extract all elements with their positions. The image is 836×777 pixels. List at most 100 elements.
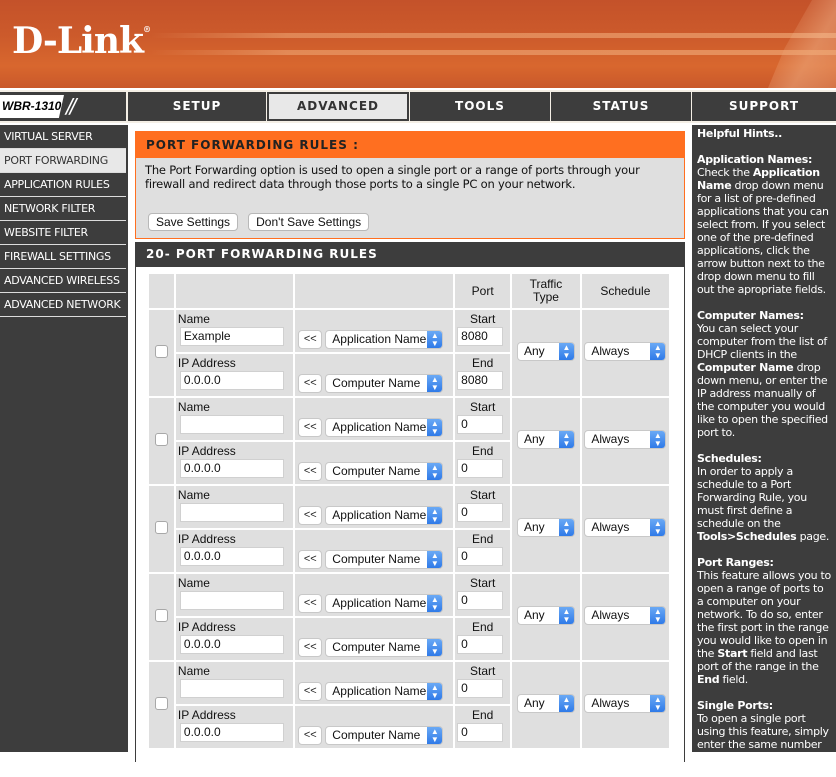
computer-name-select[interactable]: Computer Name ▲ ▼ (325, 726, 444, 745)
tab-setup[interactable]: SETUP (128, 92, 266, 121)
intro-panel: PORT FORWARDING RULES : The Port Forward… (135, 131, 685, 239)
start-label: Start (470, 576, 496, 590)
schedule-select[interactable]: Always ▲ ▼ (584, 694, 667, 713)
application-name-select[interactable]: Application Name ▲ ▼ (325, 330, 444, 349)
rule-enable-checkbox[interactable] (154, 521, 168, 534)
rule-enable-checkbox[interactable] (154, 609, 168, 622)
rule-computer-cell: << Computer Name ▲ ▼ (295, 442, 454, 484)
computer-name-select[interactable]: Computer Name ▲ ▼ (325, 638, 444, 657)
sidebar-item-firewall-settings[interactable]: FIREWALL SETTINGS (0, 245, 126, 269)
header-port: Port (455, 274, 511, 308)
port-end-input[interactable]: 0 (457, 723, 504, 742)
save-settings-button[interactable]: Save Settings (148, 213, 239, 231)
apply-app-arrow-button[interactable]: << (298, 418, 323, 437)
hint-section: Schedules: In order to apply a schedule t… (697, 452, 831, 543)
rule-end-cell: End 0 (455, 618, 511, 660)
ip-address-input[interactable]: 0.0.0.0 (179, 635, 284, 654)
rule-enable-checkbox[interactable] (154, 697, 168, 710)
start-label: Start (470, 488, 496, 502)
rule-name-input[interactable] (179, 415, 284, 434)
port-start-input[interactable]: 0 (457, 415, 504, 434)
rule-start-cell: Start 0 (455, 662, 511, 704)
apply-app-arrow-button[interactable]: << (298, 330, 323, 349)
apply-app-arrow-button[interactable]: << (298, 506, 323, 525)
rules-panel: 20- PORT FORWARDING RULES Port Traffic T… (135, 242, 685, 762)
sidebar-item-website-filter[interactable]: WEBSITE FILTER (0, 221, 126, 245)
sidebar-item-advanced-network[interactable]: ADVANCED NETWORK (0, 293, 126, 317)
ip-address-input[interactable]: 0.0.0.0 (179, 459, 284, 478)
rule-app-cell: << Application Name ▲ ▼ (295, 398, 454, 440)
rule-name-input[interactable]: Example (179, 327, 284, 346)
sidebar-item-advanced-wireless[interactable]: ADVANCED WIRELESS (0, 269, 126, 293)
port-start-input[interactable]: 0 (457, 591, 504, 610)
port-end-input[interactable]: 0 (457, 547, 504, 566)
sidebar-item-port-forwarding[interactable]: PORT FORWARDING (0, 149, 126, 173)
select-chevron-icon: ▲ ▼ (558, 695, 574, 712)
intro-title: PORT FORWARDING RULES : (136, 132, 684, 158)
rule-name-input[interactable] (179, 503, 284, 522)
select-chevron-icon: ▲ ▼ (558, 519, 574, 536)
ip-address-label: IP Address (177, 532, 236, 546)
apply-computer-arrow-button[interactable]: << (298, 726, 323, 745)
schedule-select[interactable]: Always ▲ ▼ (584, 606, 667, 625)
hint-text: Check the Application Name drop down men… (697, 166, 829, 296)
rule-enable-cell (149, 574, 174, 660)
application-name-value: Application Name (332, 684, 427, 698)
traffic-type-select[interactable]: Any ▲ ▼ (516, 606, 575, 625)
traffic-type-select[interactable]: Any ▲ ▼ (516, 518, 575, 537)
rule-enable-checkbox[interactable] (154, 433, 168, 446)
start-label: Start (470, 664, 496, 678)
port-end-input[interactable]: 0 (457, 635, 504, 654)
application-name-select[interactable]: Application Name ▲ ▼ (325, 506, 444, 525)
tab-support[interactable]: SUPPORT (692, 92, 836, 121)
ip-address-input[interactable]: 0.0.0.0 (179, 723, 284, 742)
apply-computer-arrow-button[interactable]: << (298, 462, 323, 481)
end-label: End (472, 708, 494, 722)
computer-name-select[interactable]: Computer Name ▲ ▼ (325, 550, 444, 569)
port-start-input[interactable]: 8080 (457, 327, 504, 346)
apply-computer-arrow-button[interactable]: << (298, 374, 323, 393)
port-start-input[interactable]: 0 (457, 679, 504, 698)
rule-enable-checkbox[interactable] (154, 345, 168, 358)
computer-name-select[interactable]: Computer Name ▲ ▼ (325, 462, 444, 481)
port-end-input[interactable]: 0 (457, 459, 504, 478)
tab-advanced[interactable]: ADVANCED (267, 92, 409, 121)
rule-name-input[interactable] (179, 591, 284, 610)
traffic-type-select[interactable]: Any ▲ ▼ (516, 342, 575, 361)
hint-text: In order to apply a schedule to a Port F… (697, 465, 830, 543)
application-name-select[interactable]: Application Name ▲ ▼ (325, 682, 444, 701)
schedule-select[interactable]: Always ▲ ▼ (584, 430, 667, 449)
traffic-type-select[interactable]: Any ▲ ▼ (516, 430, 575, 449)
sidebar-item-application-rules[interactable]: APPLICATION RULES (0, 173, 126, 197)
apply-computer-arrow-button[interactable]: << (298, 550, 323, 569)
sidebar-item-network-filter[interactable]: NETWORK FILTER (0, 197, 126, 221)
port-end-input[interactable]: 8080 (457, 371, 504, 390)
sidebar-item-virtual-server[interactable]: VIRTUAL SERVER (0, 125, 126, 149)
header-schedule: Schedule (581, 274, 669, 308)
rule-name-input[interactable] (179, 679, 284, 698)
computer-name-select[interactable]: Computer Name ▲ ▼ (325, 374, 444, 393)
rule-computer-cell: << Computer Name ▲ ▼ (295, 706, 454, 748)
apply-computer-arrow-button[interactable]: << (298, 638, 323, 657)
rule-row: Name Example << Application Name ▲ ▼ Start 8080… (149, 310, 669, 396)
traffic-type-select[interactable]: Any ▲ ▼ (516, 694, 575, 713)
rule-traffic-cell: Any ▲ ▼ (512, 310, 580, 396)
schedule-select[interactable]: Always ▲ ▼ (584, 342, 667, 361)
ip-address-input[interactable]: 0.0.0.0 (179, 547, 284, 566)
dlink-logo: D-Link® (12, 20, 151, 62)
select-chevron-icon: ▲ ▼ (558, 431, 574, 448)
ip-address-input[interactable]: 0.0.0.0 (179, 371, 284, 390)
dont-save-settings-button[interactable]: Don't Save Settings (248, 213, 370, 231)
ip-address-label: IP Address (177, 620, 236, 634)
top-nav: WBR-1310 // SETUP ADVANCED TOOLS STATUS … (0, 90, 836, 123)
port-start-input[interactable]: 0 (457, 503, 504, 522)
schedule-select[interactable]: Always ▲ ▼ (584, 518, 667, 537)
computer-name-value: Computer Name (332, 728, 421, 742)
tab-tools[interactable]: TOOLS (410, 92, 550, 121)
application-name-select[interactable]: Application Name ▲ ▼ (325, 594, 444, 613)
rule-enable-cell (149, 398, 174, 484)
apply-app-arrow-button[interactable]: << (298, 682, 323, 701)
application-name-select[interactable]: Application Name ▲ ▼ (325, 418, 444, 437)
apply-app-arrow-button[interactable]: << (298, 594, 323, 613)
tab-status[interactable]: STATUS (551, 92, 691, 121)
